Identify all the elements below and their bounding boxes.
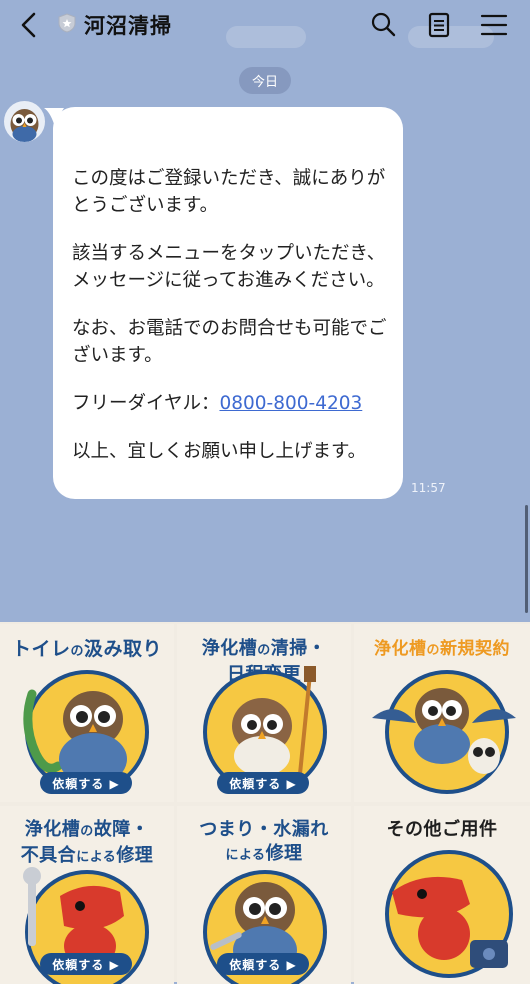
message-paragraph: この度はご登録いただき、誠にありがとうございます。 xyxy=(72,168,386,216)
tile-title: 浄化槽の新規契約 xyxy=(373,639,510,659)
menu-tile-malfunction-repair[interactable]: 浄化槽の故障・ 不具合による修理 依頼する ▶ xyxy=(0,806,174,984)
request-button[interactable]: 依頼する ▶ xyxy=(40,953,132,975)
tile-title: その他ご用件 xyxy=(386,819,498,840)
chat-title: 河沼清掃 xyxy=(84,14,172,38)
owl-with-hose-icon xyxy=(23,689,127,784)
message-paragraph: フリーダイヤル：0800-800-4203 xyxy=(72,390,390,417)
background-blur xyxy=(226,26,306,48)
message-paragraph: なお、お電話でのお問合せも可能でございます。 xyxy=(72,318,387,366)
request-button[interactable]: 依頼する ▶ xyxy=(217,772,309,794)
avatar[interactable] xyxy=(4,101,45,142)
message-time: 11:57 xyxy=(411,481,446,495)
menu-icon[interactable] xyxy=(479,10,509,40)
request-button[interactable]: 依頼する ▶ xyxy=(40,772,132,794)
request-button[interactable]: 依頼する ▶ xyxy=(217,953,309,975)
search-icon[interactable] xyxy=(368,10,398,40)
phone-link[interactable]: 0800-800-4203 xyxy=(219,393,362,414)
message-text: この度はご登録いただき、誠にありがとうございます。 該当するメニューをタップいた… xyxy=(72,165,390,486)
date-badge: 今日 xyxy=(239,67,291,94)
chat-header: 河沼清掃 xyxy=(0,0,530,50)
shield-icon xyxy=(58,13,76,33)
red-mascot-bag-icon xyxy=(392,876,508,968)
notes-icon[interactable] xyxy=(424,10,454,40)
menu-tile-toilet[interactable]: トイレの汲み取り 依頼する ▶ xyxy=(0,624,174,802)
back-icon[interactable] xyxy=(16,10,42,40)
owl-with-brush-icon xyxy=(232,666,316,776)
menu-tile-new-contract[interactable]: 浄化槽の新規契約 xyxy=(354,624,530,802)
menu-tile-septic-cleaning[interactable]: 浄化槽の清掃・ 日程変更 依頼する ▶ xyxy=(177,624,351,802)
scrollbar[interactable] xyxy=(525,505,528,613)
menu-tile-clog-leak-repair[interactable]: つまり・水漏れ による修理 依頼する ▶ xyxy=(177,806,351,984)
owl-avatar-icon xyxy=(10,109,39,142)
rich-menu: トイレの汲み取り 依頼する ▶ 浄化槽の清掃・ 日程変更 依頼する xyxy=(0,622,530,984)
message-bubble[interactable]: この度はご登録いただき、誠にありがとうございます。 該当するメニューをタップいた… xyxy=(53,107,403,499)
phone-prefix: フリーダイヤル： xyxy=(72,393,220,414)
menu-tile-other[interactable]: その他ご用件 xyxy=(354,806,530,984)
message-paragraph: 該当するメニューをタップいただき、メッセージに従ってお進みください。 xyxy=(72,243,386,291)
message-paragraph: 以上、宜しくお願い申し上げます。 xyxy=(72,441,367,462)
tile-title: トイレの汲み取り xyxy=(11,638,163,660)
tile-title: 浄化槽の故障・ 不具合による修理 xyxy=(20,819,154,866)
owls-flying-icon xyxy=(372,688,516,774)
tile-title: つまり・水漏れ による修理 xyxy=(199,819,329,864)
